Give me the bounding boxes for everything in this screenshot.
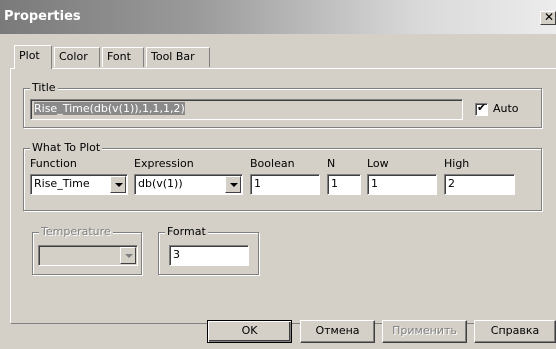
low-label: Low [367, 157, 389, 170]
function-select-value: Rise_Time [34, 177, 90, 190]
window-title: Properties [4, 9, 81, 24]
function-select[interactable]: Rise_Time [30, 174, 128, 195]
format-label: Format [165, 225, 208, 238]
function-label: Function [30, 157, 77, 170]
plot-tab-panel: Title Rise_Time(db(v(1)),1,1,1,2) ✔ Auto… [10, 68, 556, 324]
tab-tool-bar[interactable]: Tool Bar [146, 47, 210, 67]
checkmark-icon: ✔ [477, 101, 487, 114]
help-button[interactable]: Справка [474, 320, 556, 343]
chevron-down-icon[interactable] [225, 176, 241, 193]
title-field-value: Rise_Time(db(v(1)),1,1,1,2) [34, 102, 185, 115]
temperature-select[interactable] [38, 245, 138, 266]
temperature-group: Temperature [32, 225, 142, 275]
format-input[interactable]: 3 [169, 245, 249, 266]
title-bar[interactable]: Properties ✕ [0, 0, 556, 34]
format-group: Format 3 [158, 225, 259, 275]
what-to-plot-label: What To Plot [30, 141, 103, 154]
apply-button[interactable]: Применить [382, 320, 467, 343]
close-icon: ✕ [544, 10, 555, 24]
tab-color[interactable]: Color [54, 47, 100, 67]
temperature-label: Temperature [39, 225, 113, 238]
chevron-down-icon[interactable] [120, 247, 136, 264]
expression-label: Expression [134, 157, 194, 170]
ok-button[interactable]: OK [207, 320, 292, 343]
tab-plot[interactable]: Plot [14, 45, 52, 69]
n-input[interactable]: 1 [327, 174, 361, 195]
auto-checkbox[interactable]: ✔ [475, 101, 488, 116]
chevron-down-icon[interactable] [110, 176, 126, 193]
cancel-button[interactable]: Отмена [300, 320, 375, 343]
boolean-input[interactable]: 1 [250, 174, 320, 195]
what-to-plot-group: What To Plot Function Expression Boolean… [23, 141, 542, 211]
title-group: Title Rise_Time(db(v(1)),1,1,1,2) ✔ Auto [23, 81, 542, 128]
low-input[interactable]: 1 [367, 174, 437, 195]
n-label: N [327, 157, 336, 170]
title-field[interactable]: Rise_Time(db(v(1)),1,1,1,2) [30, 99, 463, 120]
tab-font[interactable]: Font [102, 47, 144, 67]
title-group-label: Title [30, 81, 58, 94]
close-button[interactable]: ✕ [540, 10, 556, 25]
boolean-label: Boolean [250, 157, 295, 170]
expression-select[interactable]: db(v(1)) [134, 174, 243, 195]
high-input[interactable]: 2 [444, 174, 515, 195]
expression-select-value: db(v(1)) [138, 177, 183, 190]
high-label: High [444, 157, 470, 170]
auto-label: Auto [493, 102, 519, 115]
properties-dialog: Properties ✕ Plot Color Font Tool Bar Ti… [0, 0, 556, 349]
